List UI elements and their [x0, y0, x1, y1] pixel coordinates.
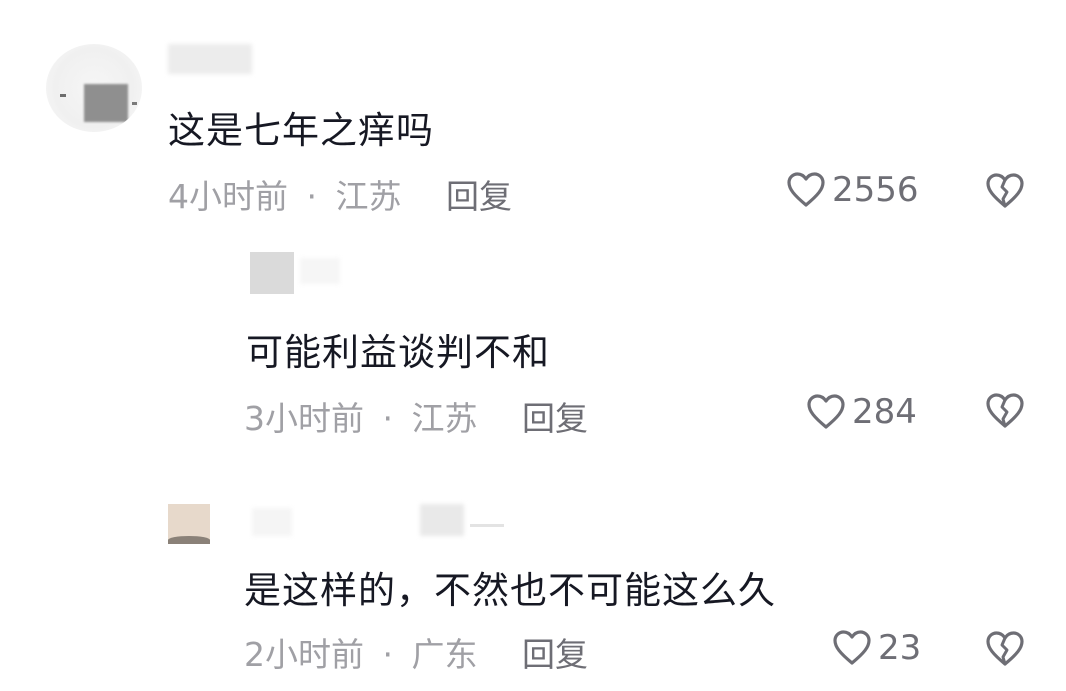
separator: · — [382, 399, 394, 438]
broken-heart-icon — [986, 393, 1024, 428]
heart-outline-icon — [833, 630, 871, 665]
time-label: 4小时前 — [168, 177, 288, 216]
location-label: 广东 — [411, 635, 478, 674]
separator: · — [306, 177, 318, 216]
username-redacted[interactable] — [252, 508, 292, 536]
broken-heart-icon — [986, 631, 1024, 666]
like-count: 284 — [852, 392, 917, 432]
reply-button[interactable]: 回复 — [446, 170, 512, 218]
comment-time: 4小时前 · 江苏 — [168, 170, 402, 218]
avatar[interactable] — [168, 504, 210, 544]
broken-heart-icon — [986, 173, 1024, 208]
time-label: 3小时前 — [244, 399, 364, 438]
avatar[interactable] — [46, 44, 142, 132]
location-label: 江苏 — [335, 177, 402, 216]
dislike-button[interactable] — [985, 630, 1025, 672]
comment-time: 3小时前 · 江苏 — [244, 392, 478, 440]
reply-button[interactable]: 回复 — [522, 628, 588, 676]
username-redacted[interactable] — [168, 44, 252, 74]
username-redacted[interactable] — [300, 258, 340, 284]
dislike-button[interactable] — [985, 392, 1025, 434]
comment-text: 可能利益谈判不和 — [246, 331, 550, 374]
comment-text: 是这样的，不然也不可能这么久 — [244, 569, 776, 612]
like-button[interactable]: 284 — [806, 392, 917, 432]
like-button[interactable]: 2556 — [786, 170, 919, 210]
time-label: 2小时前 — [244, 635, 364, 674]
heart-outline-icon — [807, 394, 845, 429]
location-label: 江苏 — [411, 399, 478, 438]
reply-button[interactable]: 回复 — [522, 392, 588, 440]
comment-time: 2小时前 · 广东 — [244, 628, 478, 676]
separator: · — [382, 635, 394, 674]
heart-outline-icon — [787, 172, 825, 207]
dislike-button[interactable] — [985, 172, 1025, 214]
username-redacted[interactable] — [420, 504, 464, 536]
avatar[interactable] — [250, 252, 294, 294]
divider — [470, 524, 504, 527]
like-button[interactable]: 23 — [832, 628, 921, 668]
like-count: 2556 — [832, 170, 919, 210]
like-count: 23 — [878, 628, 922, 668]
comment-text: 这是七年之痒吗 — [168, 109, 434, 152]
